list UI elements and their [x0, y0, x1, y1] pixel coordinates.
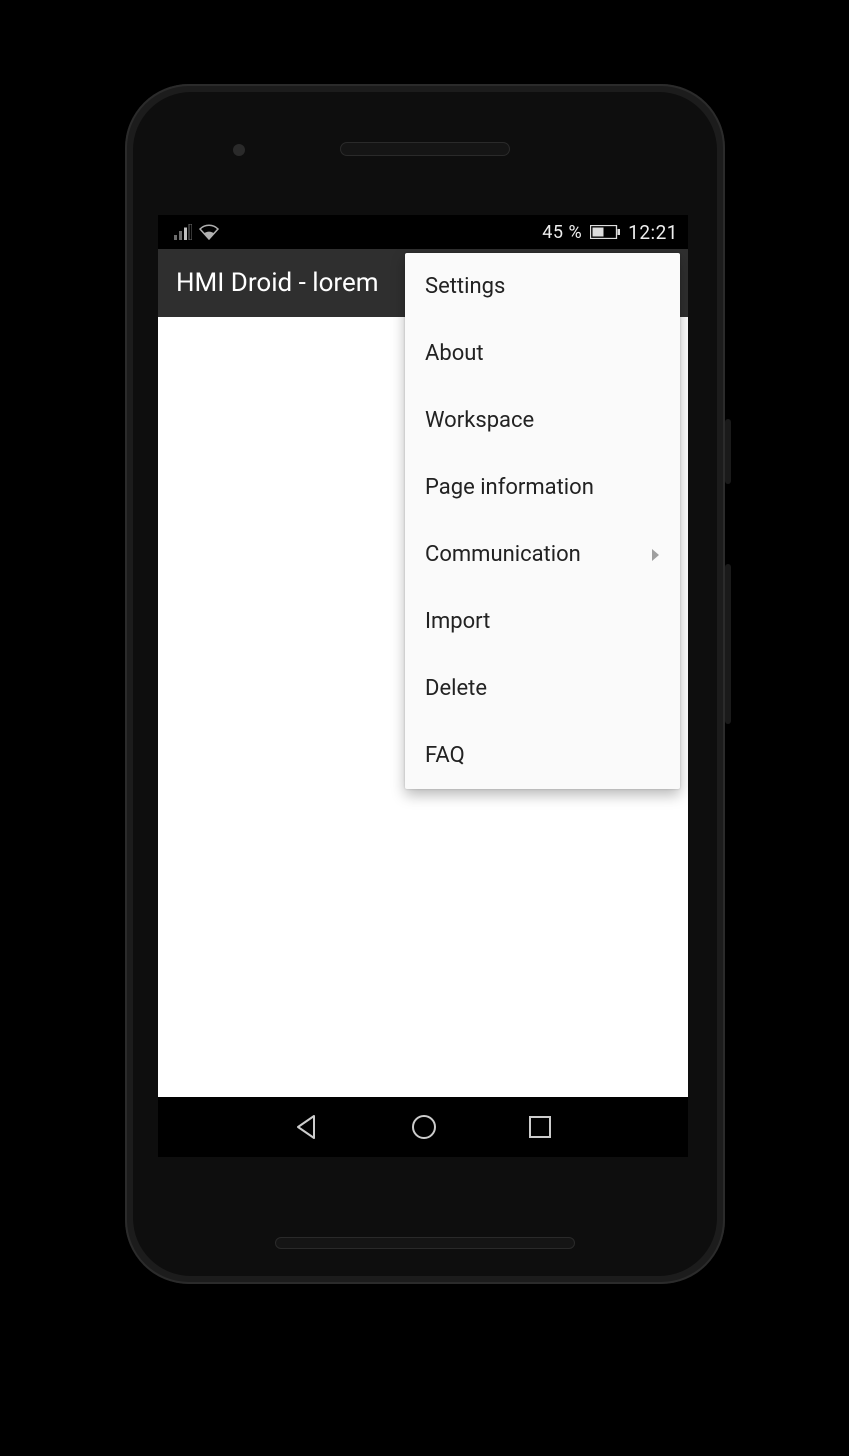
status-bar: 45 % 12:21 [158, 215, 688, 249]
menu-item-workspace[interactable]: Workspace [405, 387, 680, 454]
wifi-icon [198, 224, 220, 240]
menu-item-settings[interactable]: Settings [405, 253, 680, 320]
earpiece [340, 142, 510, 156]
signal-icon [174, 224, 192, 240]
back-button[interactable] [294, 1114, 320, 1140]
overflow-menu: Settings About Workspace Page informatio… [405, 253, 680, 789]
battery-icon [590, 225, 620, 239]
front-camera [233, 144, 245, 156]
menu-item-label: FAQ [425, 743, 465, 768]
navigation-bar [158, 1097, 688, 1157]
submenu-arrow-icon [650, 549, 660, 561]
power-button [725, 419, 731, 484]
menu-item-label: Settings [425, 274, 505, 299]
bottom-speaker [275, 1237, 575, 1249]
home-button[interactable] [410, 1113, 438, 1141]
menu-item-label: Delete [425, 676, 487, 701]
menu-item-page-information[interactable]: Page information [405, 454, 680, 521]
menu-item-delete[interactable]: Delete [405, 655, 680, 722]
battery-percentage: 45 % [542, 222, 582, 243]
menu-item-label: About [425, 341, 484, 366]
menu-item-import[interactable]: Import [405, 588, 680, 655]
menu-item-faq[interactable]: FAQ [405, 722, 680, 789]
screen: 45 % 12:21 HMI Droid - lorem Settings Ab… [158, 215, 688, 1157]
menu-item-label: Workspace [425, 408, 534, 433]
app-title: HMI Droid - lorem [176, 268, 379, 298]
menu-item-label: Page information [425, 475, 594, 500]
status-left [168, 224, 220, 240]
menu-item-label: Communication [425, 542, 581, 567]
volume-button [725, 564, 731, 724]
recent-apps-button[interactable] [528, 1115, 552, 1139]
menu-item-label: Import [425, 609, 490, 634]
clock: 12:21 [628, 221, 678, 244]
menu-item-about[interactable]: About [405, 320, 680, 387]
menu-item-communication[interactable]: Communication [405, 521, 680, 588]
status-right: 45 % 12:21 [542, 221, 678, 244]
